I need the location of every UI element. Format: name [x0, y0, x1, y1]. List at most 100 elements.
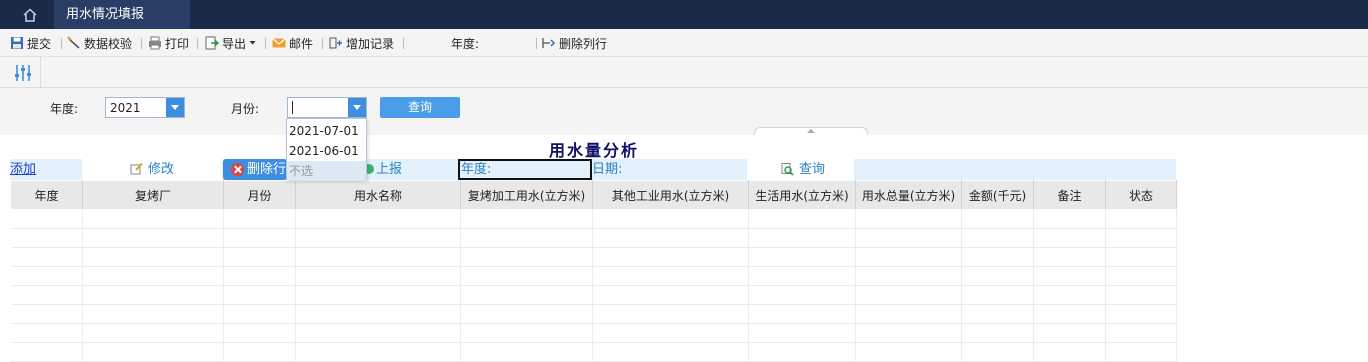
table-cell[interactable] — [1105, 209, 1177, 229]
year-input-cell[interactable]: 年度: — [458, 159, 592, 180]
table-cell[interactable] — [748, 285, 856, 305]
table-cell[interactable] — [460, 266, 593, 286]
report-query-button[interactable]: 查询 — [747, 159, 854, 180]
table-cell[interactable] — [223, 266, 296, 286]
table-cell[interactable] — [592, 342, 749, 362]
table-cell[interactable] — [10, 304, 83, 324]
table-cell[interactable] — [82, 247, 224, 267]
table-cell[interactable] — [961, 323, 1034, 343]
table-cell[interactable] — [961, 247, 1034, 267]
table-cell[interactable] — [82, 209, 224, 229]
table-cell[interactable] — [223, 304, 296, 324]
table-cell[interactable] — [748, 247, 856, 267]
edit-button[interactable]: 修改 — [82, 159, 222, 180]
filter-settings-icon[interactable] — [14, 64, 32, 82]
table-cell[interactable] — [10, 228, 83, 248]
table-cell[interactable] — [1033, 304, 1106, 324]
table-cell[interactable] — [223, 285, 296, 305]
table-cell[interactable] — [748, 209, 856, 229]
table-cell[interactable] — [855, 304, 962, 324]
validate-button[interactable]: 数据校验 — [67, 35, 132, 51]
table-cell[interactable] — [748, 304, 856, 324]
table-cell[interactable] — [460, 209, 593, 229]
table-cell[interactable] — [855, 209, 962, 229]
table-cell[interactable] — [295, 247, 461, 267]
table-cell[interactable] — [1033, 285, 1106, 305]
column-header[interactable]: 生活用水(立方米) — [748, 180, 856, 210]
table-cell[interactable] — [961, 304, 1034, 324]
tab-water-usage-report[interactable]: 用水情况填报 — [54, 0, 190, 29]
column-header[interactable]: 状态 — [1105, 180, 1177, 210]
table-cell[interactable] — [961, 285, 1034, 305]
table-cell[interactable] — [295, 228, 461, 248]
table-cell[interactable] — [855, 323, 962, 343]
table-cell[interactable] — [1105, 247, 1177, 267]
table-cell[interactable] — [460, 228, 593, 248]
table-cell[interactable] — [1105, 342, 1177, 362]
table-cell[interactable] — [855, 228, 962, 248]
table-cell[interactable] — [223, 228, 296, 248]
table-cell[interactable] — [1033, 323, 1106, 343]
table-cell[interactable] — [855, 266, 962, 286]
table-cell[interactable] — [592, 323, 749, 343]
table-cell[interactable] — [1033, 342, 1106, 362]
table-cell[interactable] — [961, 209, 1034, 229]
table-cell[interactable] — [1033, 209, 1106, 229]
table-cell[interactable] — [82, 266, 224, 286]
table-cell[interactable] — [10, 285, 83, 305]
table-cell[interactable] — [10, 266, 83, 286]
table-cell[interactable] — [592, 209, 749, 229]
table-cell[interactable] — [295, 266, 461, 286]
table-cell[interactable] — [295, 304, 461, 324]
table-cell[interactable] — [82, 323, 224, 343]
table-cell[interactable] — [855, 247, 962, 267]
table-cell[interactable] — [460, 285, 593, 305]
table-cell[interactable] — [748, 266, 856, 286]
table-cell[interactable] — [223, 247, 296, 267]
table-cell[interactable] — [1105, 285, 1177, 305]
table-cell[interactable] — [10, 342, 83, 362]
table-cell[interactable] — [961, 266, 1034, 286]
month-option-none[interactable]: 不选 — [287, 161, 366, 181]
table-cell[interactable] — [295, 342, 461, 362]
table-cell[interactable] — [1105, 304, 1177, 324]
report-submit-button[interactable]: 上报 — [360, 159, 458, 180]
collapse-filter-handle[interactable] — [754, 127, 868, 135]
column-header[interactable]: 其他工业用水(立方米) — [592, 180, 749, 210]
table-cell[interactable] — [748, 342, 856, 362]
table-cell[interactable] — [748, 228, 856, 248]
add-record-button[interactable]: 增加记录 — [329, 35, 394, 51]
table-cell[interactable] — [1033, 266, 1106, 286]
submit-button[interactable]: 提交 — [10, 35, 51, 51]
table-cell[interactable] — [10, 323, 83, 343]
month-option[interactable]: 2021-07-01 — [287, 121, 366, 141]
table-cell[interactable] — [855, 285, 962, 305]
table-cell[interactable] — [592, 285, 749, 305]
month-option[interactable]: 2021-06-01 — [287, 141, 366, 161]
home-button[interactable] — [0, 0, 60, 29]
table-cell[interactable] — [460, 247, 593, 267]
table-cell[interactable] — [1033, 228, 1106, 248]
year-dropdown-arrow[interactable] — [166, 98, 184, 117]
delete-row-button[interactable]: 删除行 — [223, 159, 287, 180]
table-cell[interactable] — [1105, 323, 1177, 343]
table-cell[interactable] — [592, 228, 749, 248]
column-header[interactable]: 金额(千元) — [961, 180, 1034, 210]
table-cell[interactable] — [82, 285, 224, 305]
table-cell[interactable] — [460, 342, 593, 362]
table-cell[interactable] — [1033, 247, 1106, 267]
column-header[interactable]: 复烤加工用水(立方米) — [460, 180, 593, 210]
column-header[interactable]: 月份 — [223, 180, 296, 210]
table-cell[interactable] — [748, 323, 856, 343]
mail-button[interactable]: 邮件 — [272, 35, 313, 51]
table-cell[interactable] — [223, 209, 296, 229]
table-cell[interactable] — [10, 247, 83, 267]
table-cell[interactable] — [10, 209, 83, 229]
table-cell[interactable] — [592, 266, 749, 286]
table-cell[interactable] — [295, 285, 461, 305]
table-cell[interactable] — [82, 228, 224, 248]
table-cell[interactable] — [592, 304, 749, 324]
column-header[interactable]: 年度 — [10, 180, 83, 210]
add-link[interactable]: 添加 — [10, 159, 80, 180]
table-cell[interactable] — [961, 342, 1034, 362]
